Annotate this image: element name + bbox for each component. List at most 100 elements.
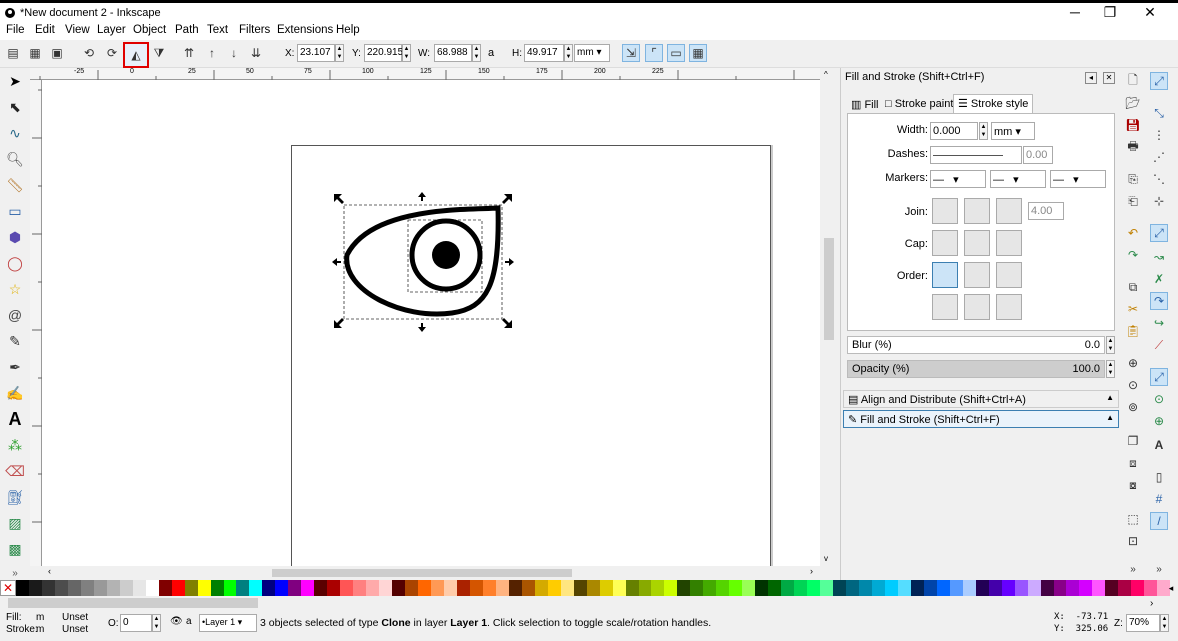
snap-grids-icon[interactable]: # — [1150, 490, 1168, 508]
print-icon[interactable]: 🖶︎ — [1124, 138, 1142, 156]
move-gradients-icon[interactable]: ▭ — [667, 44, 685, 62]
color-swatch[interactable] — [871, 580, 885, 596]
object-opacity-spinner[interactable]: ▲ ▼ — [152, 614, 161, 632]
round-cap-button[interactable] — [964, 230, 990, 256]
color-swatch[interactable] — [794, 580, 808, 596]
menu-object[interactable]: Object — [133, 24, 166, 36]
snap-bbox-icon[interactable]: ⤡ — [1150, 104, 1168, 122]
stroke-width-input[interactable]: 0.000 — [930, 122, 978, 140]
text-tool-icon[interactable]: A — [4, 408, 26, 430]
color-swatch[interactable] — [1066, 580, 1080, 596]
color-swatch[interactable] — [1131, 580, 1145, 596]
color-swatch[interactable] — [197, 580, 211, 596]
color-swatch[interactable] — [949, 580, 963, 596]
color-swatch[interactable] — [1079, 580, 1093, 596]
color-swatch[interactable] — [729, 580, 743, 596]
color-swatch[interactable] — [612, 580, 626, 596]
order-normal-button[interactable] — [932, 262, 958, 288]
group-icon[interactable]: ⬚ — [1124, 510, 1142, 528]
tab-fill[interactable]: ▥ Fill — [847, 96, 883, 114]
color-swatch[interactable] — [781, 580, 795, 596]
width-input[interactable]: 68.988 — [434, 44, 472, 62]
color-swatch[interactable] — [106, 580, 120, 596]
color-swatch[interactable] — [508, 580, 522, 596]
menu-help[interactable]: Help — [336, 24, 360, 36]
rectangle-tool-icon[interactable]: ▭ — [4, 200, 26, 222]
menu-file[interactable]: File — [6, 24, 25, 36]
width-spinner[interactable]: ▲ ▼ — [472, 44, 481, 62]
menu-view[interactable]: View — [65, 24, 90, 36]
color-swatch[interactable] — [625, 580, 639, 596]
raise-to-top-icon[interactable]: ⇈ — [180, 44, 198, 62]
ellipse-tool-icon[interactable]: ◯ — [4, 252, 26, 274]
color-swatch[interactable] — [93, 580, 107, 596]
undo-icon[interactable]: ↶ — [1124, 224, 1142, 242]
color-swatch[interactable] — [975, 580, 989, 596]
color-swatch[interactable] — [586, 580, 600, 596]
snap-page-border-icon[interactable]: ▯ — [1150, 468, 1168, 486]
tweak-tool-icon[interactable]: ∿ — [4, 122, 26, 144]
color-swatch[interactable] — [534, 580, 548, 596]
color-swatch[interactable] — [327, 580, 341, 596]
color-swatch[interactable] — [158, 580, 172, 596]
round-join-button[interactable] — [964, 198, 990, 224]
blur-spinner[interactable]: ▲ ▼ — [1106, 336, 1115, 354]
color-swatch[interactable] — [443, 580, 457, 596]
color-swatch[interactable] — [716, 580, 730, 596]
zoom-spinner[interactable]: ▲ ▼ — [1160, 614, 1169, 632]
color-swatch[interactable] — [1040, 580, 1054, 596]
zoom-input[interactable]: 70% — [1126, 614, 1160, 632]
new-document-icon[interactable]: 🗋︎ — [1124, 72, 1142, 90]
color-swatch[interactable] — [599, 580, 613, 596]
order-option-5-button[interactable] — [964, 294, 990, 320]
snap-rotation-centers-icon[interactable]: ⊕ — [1150, 412, 1168, 430]
color-swatch[interactable] — [936, 580, 950, 596]
snap-bbox-centers-icon[interactable]: ⊹ — [1150, 192, 1168, 210]
save-icon[interactable]: 💾︎ — [1124, 116, 1142, 134]
color-swatch[interactable] — [677, 580, 691, 596]
color-swatch[interactable] — [301, 580, 315, 596]
minimize-button[interactable]: ─ — [1055, 3, 1095, 23]
measure-tool-icon[interactable]: 📏︎ — [4, 174, 26, 196]
ungroup-icon[interactable]: ⊡ — [1124, 532, 1142, 550]
color-swatch[interactable] — [288, 580, 302, 596]
color-swatch[interactable] — [392, 580, 406, 596]
horizontal-scrollbar[interactable]: ‹ › — [42, 566, 822, 580]
paste-icon[interactable]: 📋︎ — [1124, 322, 1142, 340]
drawing-canvas[interactable] — [42, 80, 820, 566]
color-swatch[interactable] — [703, 580, 717, 596]
selector-tool-icon[interactable]: ➤ — [4, 70, 26, 92]
menu-path[interactable]: Path — [175, 24, 199, 36]
open-file-icon[interactable]: 📂︎ — [1124, 94, 1142, 112]
color-swatch[interactable] — [340, 580, 354, 596]
miter-limit-input[interactable]: 4.00 — [1028, 202, 1064, 220]
color-swatch[interactable] — [1001, 580, 1015, 596]
copy-icon[interactable]: ⧉ — [1124, 278, 1142, 296]
height-input[interactable]: 49.917 — [524, 44, 564, 62]
stroke-unit-select[interactable]: mm ▾ — [991, 122, 1035, 140]
lower-to-bottom-icon[interactable]: ⇊ — [247, 44, 265, 62]
color-swatch[interactable] — [366, 580, 380, 596]
scale-stroke-icon[interactable]: ⇲ — [622, 44, 640, 62]
snap-intersections-icon[interactable]: ✗ — [1150, 270, 1168, 288]
color-swatch[interactable] — [210, 580, 224, 596]
stroke-width-spinner[interactable]: ▲ ▼ — [979, 122, 988, 140]
more-snap-icon[interactable]: » — [1150, 560, 1168, 578]
3d-box-tool-icon[interactable]: ⬢ — [4, 226, 26, 248]
color-swatch[interactable] — [755, 580, 769, 596]
color-swatch[interactable] — [833, 580, 846, 596]
snap-text-baseline-icon[interactable]: A — [1150, 436, 1168, 454]
color-swatch[interactable] — [67, 580, 81, 596]
color-swatch[interactable] — [1092, 580, 1106, 596]
palette-scroll-right-icon[interactable]: › — [1150, 598, 1153, 609]
color-swatch[interactable] — [858, 580, 872, 596]
align-distribute-dock-tab[interactable]: ▤ Align and Distribute (Shift+Ctrl+A) ▲ — [843, 390, 1119, 408]
gradient-tool-icon[interactable]: ▨ — [4, 512, 26, 534]
tab-stroke-style[interactable]: ☰ Stroke style — [953, 94, 1034, 114]
color-swatch[interactable] — [184, 580, 198, 596]
stroke-indicator[interactable]: m — [36, 624, 44, 635]
color-swatch[interactable] — [807, 580, 821, 596]
menu-layer[interactable]: Layer — [97, 24, 126, 36]
color-swatch[interactable] — [495, 580, 509, 596]
paint-bucket-tool-icon[interactable]: ⛽︎ — [4, 486, 26, 508]
